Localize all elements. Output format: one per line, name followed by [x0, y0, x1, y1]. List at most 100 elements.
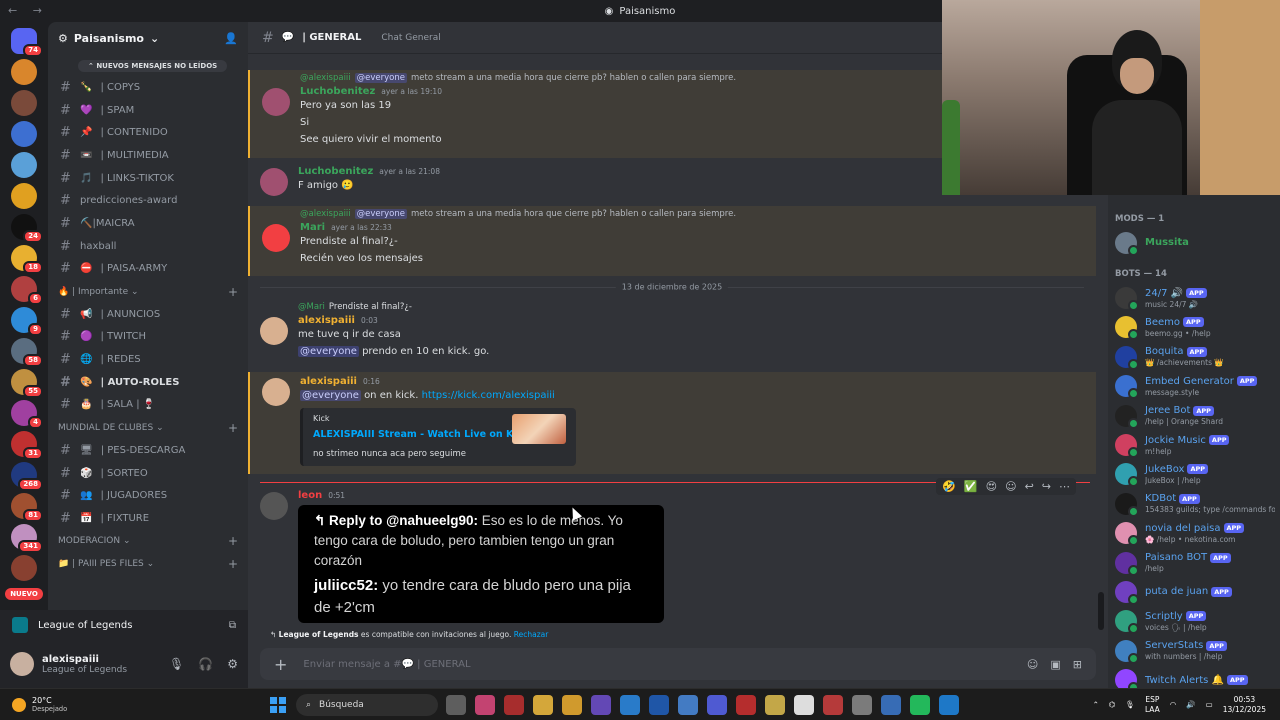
server-icon[interactable]: 24 [11, 214, 43, 243]
share-icon[interactable]: ⧉ [229, 620, 236, 631]
member-bot[interactable]: Embed Generator APP message.style [1108, 372, 1280, 401]
member-bot[interactable]: novia del paisa APP 🌸 /help • nekotina.com [1108, 519, 1280, 548]
taskbar-app-icon[interactable] [910, 694, 930, 715]
server-icon[interactable] [11, 121, 37, 147]
message-composer[interactable]: + Enviar mensaje a #💬 | GENERAL ☺ ▣ ⊞ [260, 648, 1096, 680]
composer-placeholder[interactable]: Enviar mensaje a #💬 | GENERAL [303, 659, 470, 670]
username[interactable]: leon [298, 490, 322, 501]
add-member-icon[interactable]: 👤 [224, 32, 238, 45]
server-icon[interactable]: 341 [11, 524, 43, 553]
language-indicator[interactable]: ESP LAA [1145, 695, 1160, 715]
taskbar-app-icon[interactable] [852, 694, 872, 715]
reply-user[interactable]: @Mari [298, 302, 325, 312]
reply-preview[interactable]: @Mari Prendiste al final?¿- [248, 299, 1096, 315]
taskbar-app-icon[interactable] [446, 694, 466, 715]
channel-item[interactable]: # 🍾 | COPYS [48, 76, 248, 99]
taskbar-app-icon[interactable] [562, 694, 582, 715]
username[interactable]: Luchobenitez [298, 166, 373, 177]
member-bot[interactable]: Jeree Bot APP/help | Orange Shard [1108, 401, 1280, 430]
taskbar-app-icon[interactable] [504, 694, 524, 715]
message-item[interactable]: alexispaiii 0:16 @everyone on en kick. ht… [248, 372, 1096, 474]
server-icon[interactable]: 18 [11, 245, 43, 274]
scrollbar[interactable] [1098, 592, 1104, 630]
server-icon[interactable] [11, 90, 37, 116]
channel-item[interactable]: # 🎨 | AUTO-ROLES [48, 371, 248, 394]
taskbar-app-icon[interactable] [591, 694, 611, 715]
member-bot[interactable]: Boquita APP 👑 /achievements 👑 [1108, 342, 1280, 371]
add-attachment-icon[interactable]: + [274, 655, 287, 674]
taskbar-app-icon[interactable] [794, 694, 814, 715]
taskbar-app-icon[interactable] [649, 694, 669, 715]
add-channel-icon[interactable]: + [228, 421, 238, 435]
microphone-icon[interactable]: 🎙 [1125, 700, 1135, 709]
discord-avatar[interactable] [262, 224, 290, 252]
member-bot[interactable]: Twitch Alerts 🔔 APP [1108, 665, 1280, 688]
headphones-icon[interactable]: 🎧 [198, 657, 213, 671]
taskbar-app-icon[interactable] [707, 694, 727, 715]
reply-preview[interactable]: @alexispaiii @everyone meto stream a una… [250, 206, 1096, 222]
channel-item[interactable]: # 💜 | SPAM [48, 99, 248, 122]
server-icon[interactable]: 55 [11, 369, 43, 398]
server-header[interactable]: ⚙ Paisanismo ⌄ 👤 [48, 22, 248, 54]
server-icon[interactable]: 74 [11, 28, 43, 57]
kick-link[interactable]: https://kick.com/alexispaiii [422, 390, 555, 401]
taskbar-app-icon[interactable] [475, 694, 495, 715]
channel-item[interactable]: # 🌐 | REDES [48, 348, 248, 371]
username[interactable]: alexispaiii [298, 315, 355, 326]
add-channel-icon[interactable]: + [228, 534, 238, 548]
add-channel-icon[interactable]: + [228, 285, 238, 299]
channel-item[interactable]: # 📢 | ANUNCIOS [48, 303, 248, 326]
message-item[interactable]: @alexispaiii @everyone meto stream a una… [248, 206, 1096, 276]
microphone-icon[interactable]: 🎙 [169, 657, 184, 671]
gif-icon[interactable]: ▣ [1050, 658, 1060, 671]
network-icon[interactable]: ⌬ [1109, 700, 1116, 709]
user-avatar[interactable] [260, 317, 288, 345]
taskbar-app-icon[interactable] [823, 694, 843, 715]
embed-thumbnail[interactable] [512, 414, 566, 444]
reject-link[interactable]: Rechazar [514, 630, 549, 639]
channel-item[interactable]: # ⛔ | PAISA-ARMY [48, 258, 248, 281]
server-icon[interactable]: 9 [11, 307, 43, 336]
taskbar-search[interactable]: ⌕ Búsqueda [296, 693, 438, 716]
mention[interactable]: @everyone [300, 390, 361, 401]
taskbar-app-icon[interactable] [939, 694, 959, 715]
member-bot[interactable]: Scriptly APP voices 🗣 | /help [1108, 607, 1280, 636]
clock[interactable]: 00:53 13/12/2025 [1223, 695, 1266, 715]
channel-item[interactable]: # 📼 | MULTIMEDIA [48, 144, 248, 167]
taskbar-app-icon[interactable] [736, 694, 756, 715]
image-attachment[interactable]: ↰ Reply to @nahueelg90: Eso es lo de men… [298, 505, 664, 623]
apps-icon[interactable]: ⊞ [1073, 658, 1082, 671]
gear-icon[interactable]: ⚙ [227, 657, 238, 671]
wifi-icon[interactable]: ◠ [1170, 700, 1177, 709]
chevron-up-icon[interactable]: ⌃ [1093, 700, 1099, 709]
channel-item[interactable]: # 🎂 | SALA | 🍷 [48, 394, 248, 417]
link-embed[interactable]: Kick ALEXISPAIII Stream - Watch Live on … [300, 408, 576, 466]
server-icon[interactable]: 4 [11, 400, 43, 429]
taskbar-app-icon[interactable] [881, 694, 901, 715]
channel-item[interactable]: # haxball [48, 235, 248, 258]
taskbar-app-icon[interactable] [533, 694, 553, 715]
windows-start-icon[interactable] [270, 696, 286, 713]
reply-user[interactable]: @alexispaiii [300, 73, 351, 83]
member-bot[interactable]: JukeBox APP JukeBox | /help [1108, 460, 1280, 489]
user-avatar[interactable] [260, 168, 288, 196]
channel-item[interactable]: # predicciones-award [48, 189, 248, 212]
category-header[interactable]: MODERACION ⌄ + [48, 530, 248, 553]
message-item[interactable]: @Mari Prendiste al final?¿- alexispaiii 0… [248, 299, 1096, 369]
server-icon[interactable]: 81 [11, 493, 43, 522]
channel-item[interactable]: # ⛏️|MAICRA [48, 212, 248, 235]
member-bot[interactable]: puta de juan APP [1108, 577, 1280, 606]
channel-item[interactable]: # 👥 | JUGADORES [48, 484, 248, 507]
message-item[interactable]: leon 0:51 ↰ Reply to @nahueelg90: Eso es … [248, 490, 1096, 626]
server-icon[interactable]: 58 [11, 338, 43, 367]
username[interactable]: Luchobenitez [300, 86, 375, 97]
add-channel-icon[interactable]: + [228, 557, 238, 571]
new-messages-pill[interactable]: ⌃ NUEVOS MENSAJES NO LEÍDOS [78, 60, 228, 72]
nav-arrows[interactable]: ← → [8, 4, 48, 17]
server-icon[interactable]: 31 [11, 431, 43, 460]
channel-item[interactable]: # 🟣 | TWITCH [48, 326, 248, 349]
member-bot[interactable]: Jockie Music APP m!help [1108, 430, 1280, 459]
volume-icon[interactable]: 🔊 [1186, 700, 1195, 709]
category-header[interactable]: 📁 | PAIII PES FILES ⌄ + [48, 552, 248, 575]
channel-item[interactable]: # 🎵 | LINKS-TIKTOK [48, 167, 248, 190]
